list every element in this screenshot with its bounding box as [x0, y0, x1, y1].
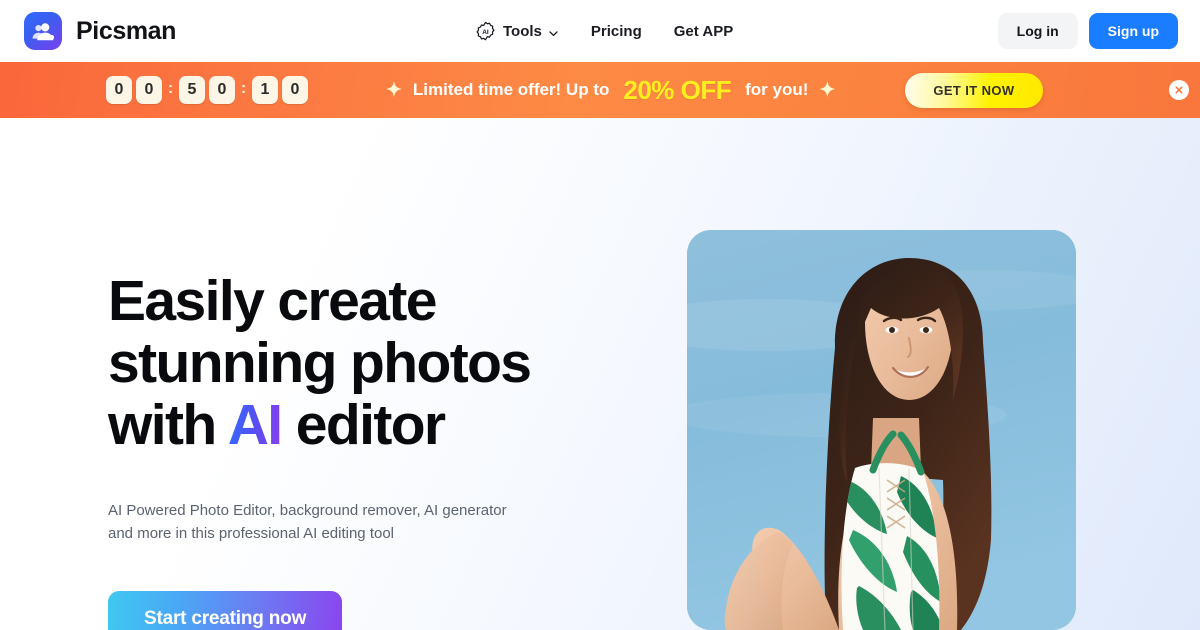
headline-line-1: Easily create — [108, 269, 437, 333]
hero-subtitle-line-1: AI Powered Photo Editor, background remo… — [108, 502, 507, 519]
nav-label-get-app: Get APP — [673, 22, 734, 40]
timer-digit: 0 — [209, 76, 235, 104]
sparkle-icon-right: ✦ — [819, 79, 836, 101]
site-header: Picsman AI Tools Pricing Get APP Log in … — [0, 0, 1200, 62]
nav-item-tools[interactable]: AI Tools — [475, 21, 559, 42]
nav-label-pricing: Pricing — [590, 22, 642, 40]
promo-message: ✦ Limited time offer! Up to 20% OFF for … — [386, 75, 835, 106]
headline-line-3-before: with — [108, 393, 217, 457]
landing-page: Picsman AI Tools Pricing Get APP Log in … — [0, 0, 1200, 630]
hero-section: Easily create stunning photos with AI ed… — [0, 118, 1200, 630]
chevron-down-icon — [548, 26, 559, 37]
promo-banner: 0 0 : 5 0 : 1 0 ✦ Limited time offer! Up… — [0, 62, 1200, 118]
close-icon[interactable] — [1169, 80, 1189, 100]
ai-badge-icon: AI — [475, 21, 496, 42]
nav-item-get-app[interactable]: Get APP — [674, 23, 733, 40]
timer-separator: : — [240, 80, 247, 97]
timer-digit: 0 — [282, 76, 308, 104]
promo-discount-highlight: 20% OFF — [623, 74, 732, 105]
start-creating-button[interactable]: Start creating now — [108, 591, 343, 630]
people-logo-icon — [24, 12, 62, 50]
nav-item-pricing[interactable]: Pricing — [591, 23, 642, 40]
nav-label-tools: Tools — [503, 22, 542, 40]
woman-with-beach-ball-illustration — [687, 230, 1076, 630]
brand-name: Picsman — [76, 16, 177, 45]
login-button[interactable]: Log in — [997, 13, 1078, 49]
signup-button[interactable]: Sign up — [1088, 13, 1178, 49]
timer-digit: 1 — [252, 76, 278, 104]
headline-accent-ai: AI — [227, 393, 283, 457]
timer-digit: 0 — [106, 76, 132, 104]
headline-line-2: stunning photos — [108, 331, 532, 395]
auth-actions: Log in Sign up — [997, 0, 1178, 62]
sparkle-icon-left: ✦ — [386, 79, 402, 101]
get-it-now-button[interactable]: GET IT NOW — [905, 72, 1043, 108]
timer-digit: 0 — [136, 76, 162, 104]
hero-copy: Easily create stunning photos with AI ed… — [108, 270, 668, 630]
countdown-timer: 0 0 : 5 0 : 1 0 — [106, 76, 308, 104]
page-title: Easily create stunning photos with AI ed… — [108, 270, 668, 456]
main-nav: AI Tools Pricing Get APP — [475, 0, 733, 62]
hero-photo — [687, 230, 1076, 630]
svg-text:AI: AI — [482, 29, 489, 36]
hero-subtitle: AI Powered Photo Editor, background remo… — [108, 499, 598, 545]
promo-text-after: for you! — [745, 80, 809, 99]
promo-text-before: Limited time offer! Up to — [412, 80, 610, 99]
brand-logo[interactable]: Picsman — [24, 12, 176, 50]
timer-separator: : — [167, 80, 174, 97]
timer-digit: 5 — [179, 76, 205, 104]
hero-subtitle-line-2: and more in this professional AI editing… — [108, 525, 395, 542]
headline-line-3-after: editor — [295, 393, 446, 457]
